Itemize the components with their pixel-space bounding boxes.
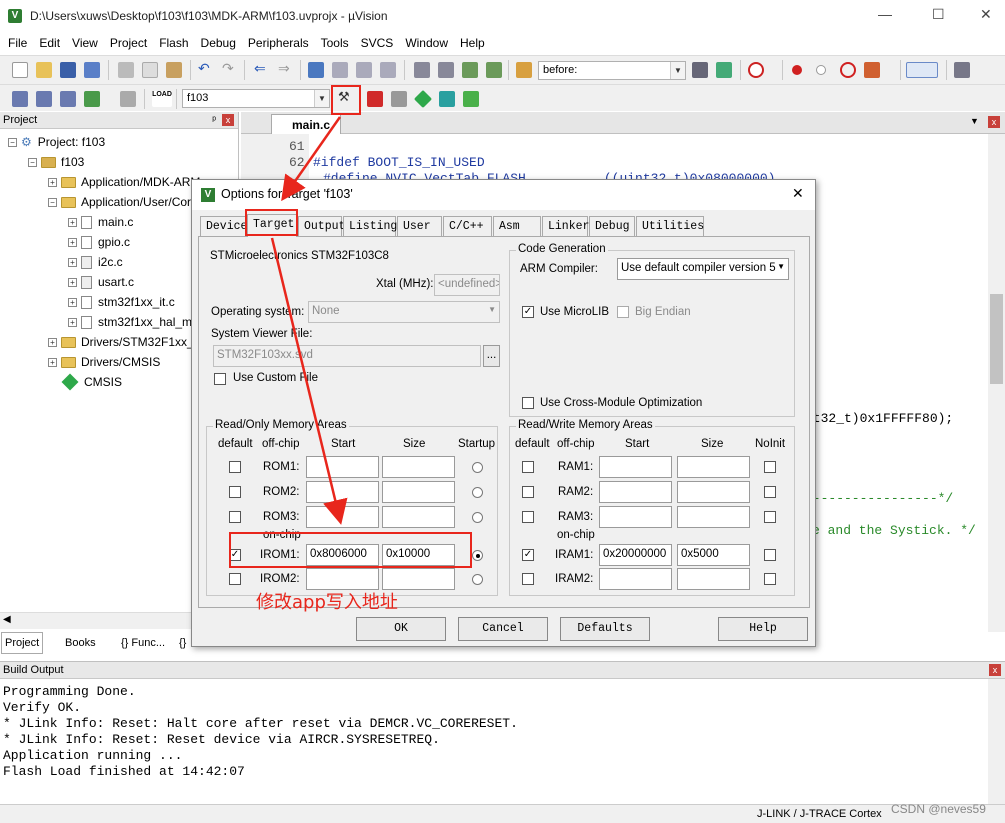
arrow-to-target-tab (281, 116, 342, 202)
arrow-to-irom1 (270, 237, 348, 525)
annotation-arrows (270, 116, 348, 525)
annotation-text: 修改app写入地址 (256, 592, 398, 613)
